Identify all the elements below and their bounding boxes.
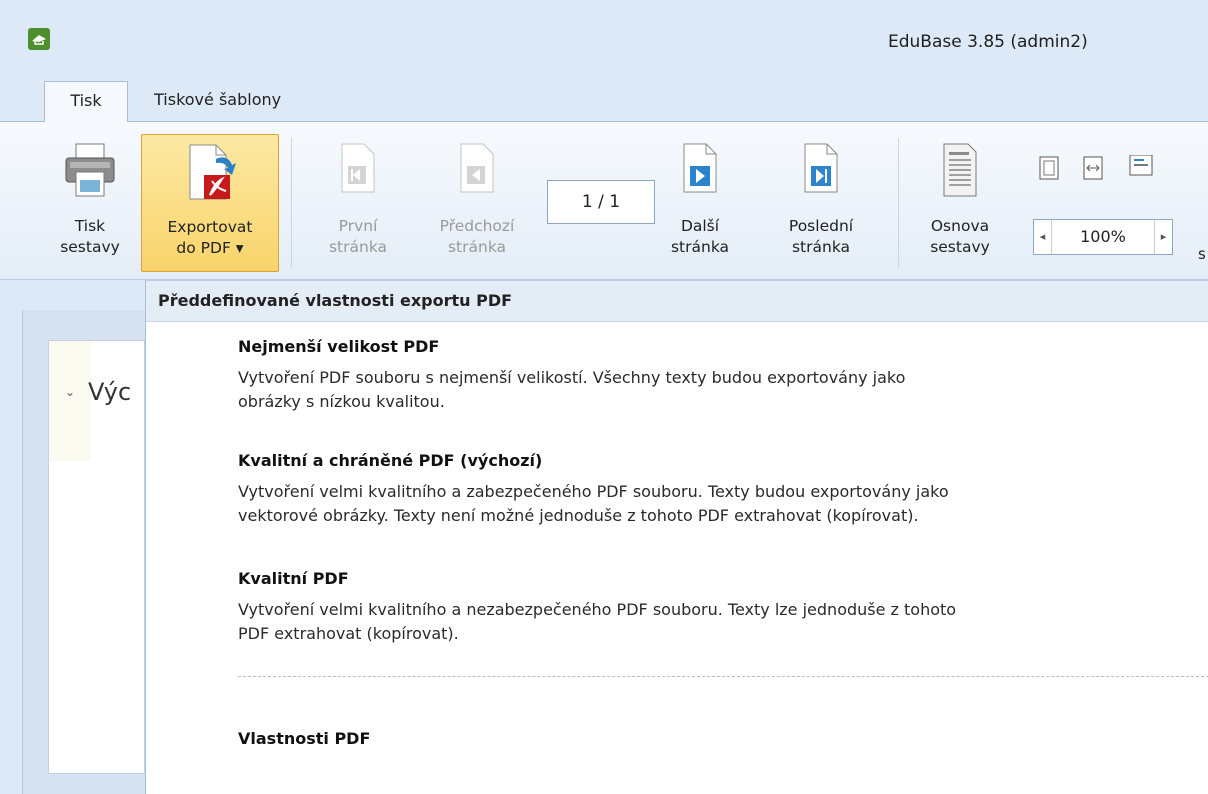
next-page-icon (680, 140, 720, 202)
first-page-button[interactable]: První stránka (318, 134, 398, 272)
ribbon-tab-strip: Tisk Tiskové šablony (0, 80, 1208, 123)
zoom-mode-icons (1036, 154, 1166, 187)
last-page-label-1: Poslední (788, 217, 854, 235)
outline-label-1: Osnova (930, 217, 990, 235)
first-page-icon (338, 140, 378, 202)
tab-tiskove-sablony[interactable]: Tiskové šablony (140, 81, 330, 123)
export-pdf-label-2: do PDF ▾ (176, 239, 244, 257)
menu-item-description: Vytvoření PDF souboru s nejmenší velikos… (238, 366, 1198, 414)
printer-icon (62, 140, 118, 206)
first-page-label-2: stránka (328, 238, 388, 256)
zoom-in-arrow-icon[interactable]: ▸ (1154, 220, 1172, 254)
expand-chevron-icon[interactable]: ⌄ (65, 385, 75, 399)
last-page-label-2: stránka (791, 238, 851, 256)
ribbon-separator (898, 138, 899, 268)
outline-icon (940, 140, 980, 206)
menu-item-description: Vytvoření velmi kvalitního a nezabezpeče… (238, 598, 1198, 646)
zoom-100-icon (1129, 154, 1153, 176)
menu-separator (238, 676, 1208, 677)
zoom-out-arrow-icon[interactable]: ◂ (1034, 220, 1052, 254)
menu-item-smallest-pdf[interactable]: Nejmenší velikost PDF Vytvoření PDF soub… (238, 337, 1198, 414)
zoom-stepper[interactable]: ◂ 100% ▸ (1033, 219, 1173, 255)
print-report-label-2: sestavy (60, 238, 120, 256)
menu-item-title: Vlastnosti PDF (238, 729, 371, 748)
menu-item-description-line: vektorové obrázky. Texty není možné jedn… (238, 506, 919, 525)
zoom-value[interactable]: 100% (1052, 220, 1154, 254)
app-logo-icon[interactable] (28, 28, 50, 50)
next-page-label-2: stránka (670, 238, 730, 256)
page-width-icon (1083, 156, 1103, 180)
print-report-label-1: Tisk (74, 217, 106, 235)
menu-item-title: Kvalitní a chráněné PDF (výchozí) (238, 451, 543, 470)
menu-item-description-line: obrázky s nízkou kvalitou. (238, 392, 445, 411)
left-pane: ⌄ Výc (0, 280, 145, 794)
window-title: EduBase 3.85 (admin2) (888, 32, 1088, 52)
outline-label-2: sestavy (930, 238, 990, 256)
previous-page-label-1: Předchozí (439, 217, 515, 235)
title-bar: EduBase 3.85 (admin2) (0, 0, 1208, 80)
export-pdf-dropdown: Předdefinované vlastnosti exportu PDF Ne… (145, 280, 1208, 794)
menu-item-quality-pdf[interactable]: Kvalitní PDF Vytvoření velmi kvalitního … (238, 569, 1198, 646)
tab-tisk[interactable]: Tisk (44, 81, 128, 123)
print-report-button[interactable]: Tisk sestavy (44, 134, 136, 272)
menu-item-description-line: Vytvoření velmi kvalitního a nezabezpeče… (238, 600, 957, 619)
left-pane-section-label: Výc (88, 378, 132, 406)
single-page-icon (1039, 156, 1059, 180)
export-pdf-label-1: Exportovat (167, 218, 253, 236)
ribbon-separator (291, 138, 292, 268)
dropdown-header: Předdefinované vlastnosti exportu PDF (146, 280, 1208, 322)
menu-item-title: Nejmenší velikost PDF (238, 337, 440, 356)
previous-page-icon (457, 140, 497, 202)
first-page-label-1: První (338, 217, 378, 235)
menu-item-pdf-properties[interactable]: Vlastnosti PDF (238, 729, 1198, 748)
previous-page-label-2: stránka (447, 238, 507, 256)
menu-item-description-line: Vytvoření velmi kvalitního a zabezpečené… (238, 482, 949, 501)
pdf-export-icon (182, 141, 238, 211)
menu-item-title: Kvalitní PDF (238, 569, 349, 588)
last-page-button[interactable]: Poslední stránka (766, 134, 876, 272)
menu-item-description-line: PDF extrahovat (kopírovat). (238, 624, 459, 643)
last-page-icon (801, 140, 841, 202)
next-page-button[interactable]: Další stránka (660, 134, 740, 272)
cut-off-label: s (1198, 245, 1206, 263)
export-pdf-button[interactable]: Exportovat do PDF ▾ (141, 134, 279, 272)
menu-item-description-line: Vytvoření PDF souboru s nejmenší velikos… (238, 368, 906, 387)
menu-item-description: Vytvoření velmi kvalitního a zabezpečené… (238, 480, 1198, 528)
menu-item-quality-protected-pdf[interactable]: Kvalitní a chráněné PDF (výchozí) Vytvoř… (238, 451, 1198, 528)
previous-page-button[interactable]: Předchozí stránka (418, 134, 536, 272)
report-outline-button[interactable]: Osnova sestavy (910, 134, 1010, 272)
next-page-label-1: Další (680, 217, 720, 235)
page-indicator: 1 / 1 (547, 180, 655, 224)
